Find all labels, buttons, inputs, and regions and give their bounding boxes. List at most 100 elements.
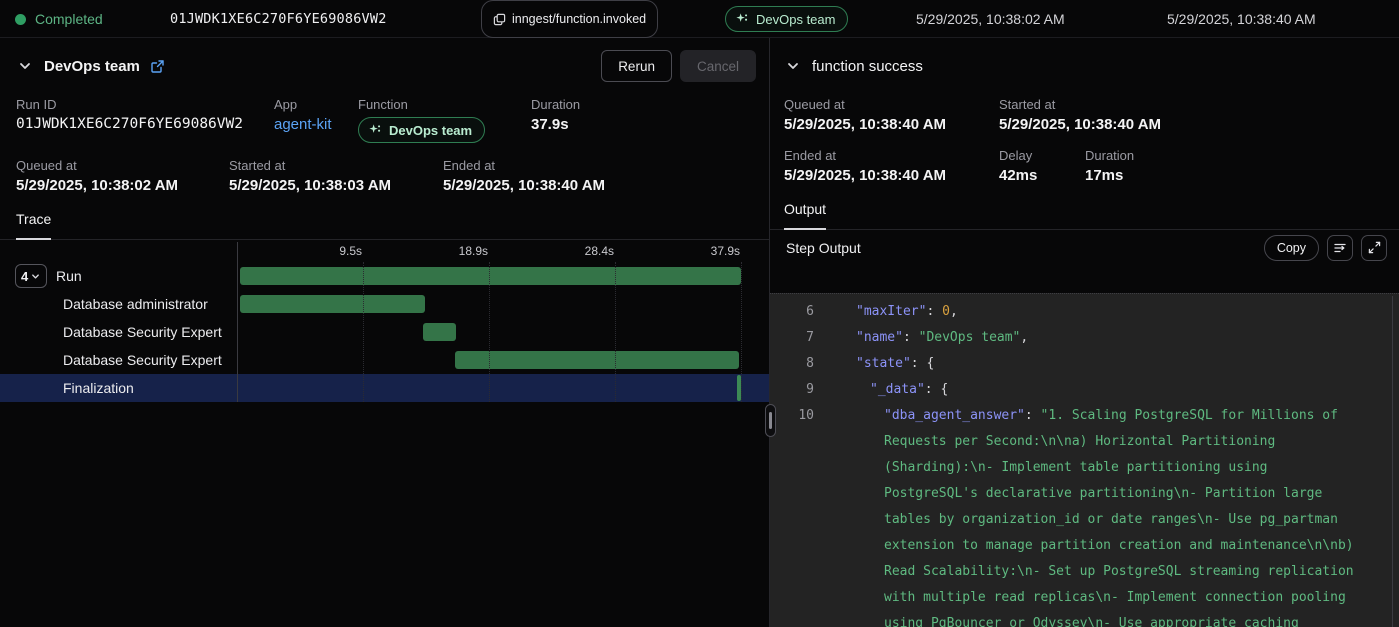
axis-tick: 37.9s [711,244,741,258]
trace-row-name: Database Security Expert [63,352,222,368]
meta-duration: Duration 37.9s [531,97,580,143]
span-bar[interactable] [455,351,739,369]
sparkles-icon [735,12,750,27]
event-icon [493,13,506,26]
copy-button[interactable]: Copy [1264,235,1319,261]
trace-row-track [237,374,741,402]
queued-timestamp-top: 5/29/2025, 10:38:02 AM [916,0,1065,38]
status-label: Completed [35,11,103,27]
axis-tick: 9.5s [339,244,363,258]
code-line: 8 "state": { [770,351,1399,377]
status-dot-icon [15,14,26,25]
tab-trace[interactable]: Trace [16,211,51,239]
trace-row[interactable]: Finalization [0,374,769,402]
span-bar[interactable] [423,323,456,341]
step-meta-queued-at: Queued at 5/29/2025, 10:38:40 AM [784,97,999,133]
trace-row-name: Finalization [63,380,134,396]
code-line-content: "state": { [828,351,1399,377]
ended-timestamp-top: 5/29/2025, 10:38:40 AM [1167,0,1316,38]
meta-ended-at: Ended at 5/29/2025, 10:38:40 AM [443,158,605,194]
trace-row[interactable]: 4 Run [0,262,769,290]
meta-run-id: Run ID 01JWDK1XE6C270F6YE69086VW2 [16,97,274,143]
step-meta-delay: Delay 42ms [999,148,1085,184]
step-meta-ended-at: Ended at 5/29/2025, 10:38:40 AM [784,148,999,184]
rerun-button[interactable]: Rerun [601,50,672,82]
trace-row-track [237,290,741,318]
collapse-run-chevron-icon[interactable] [16,57,34,75]
trace-axis: 9.5s 18.9s 28.4s 37.9s [0,242,769,262]
code-line: 10"dba_agent_answer": "1. Scaling Postgr… [770,403,1399,627]
meta-started-at: Started at 5/29/2025, 10:38:03 AM [229,158,443,194]
trace-row-name: Database Security Expert [63,324,222,340]
function-badge[interactable]: DevOps team [358,117,485,143]
span-bar[interactable] [737,375,741,401]
expand-icon[interactable] [1361,235,1387,261]
run-id-top: 01JWDK1XE6C270F6YE69086VW2 [170,0,387,38]
event-badge-label: inngest/function.invoked [512,12,646,26]
trace-row-label-cell: Database Security Expert [0,318,237,346]
code-line: 7 "name": "DevOps team", [770,325,1399,351]
trace-row-label-cell: Database administrator [0,290,237,318]
wrap-lines-icon[interactable] [1327,235,1353,261]
run-detail-panel: DevOps team Rerun Cancel Run ID 01JWDK1X… [0,38,770,627]
span-bar[interactable] [240,295,425,313]
code-scrollbar[interactable] [1392,296,1393,627]
line-number: 8 [770,351,814,377]
event-badge[interactable]: inngest/function.invoked [481,0,658,38]
run-title: DevOps team [44,58,140,75]
right-tab-bar: Output [770,201,1399,230]
top-status-bar: Completed 01JWDK1XE6C270F6YE69086VW2 inn… [0,0,1399,38]
trace-row-track [237,318,741,346]
external-link-icon[interactable] [150,59,165,74]
step-meta-started-at: Started at 5/29/2025, 10:38:40 AM [999,97,1161,133]
trace-row-label-cell: Finalization [0,374,237,402]
step-meta-duration: Duration 17ms [1085,148,1134,184]
run-status: Completed [15,0,103,38]
cancel-button[interactable]: Cancel [680,50,756,82]
axis-tick: 18.9s [459,244,489,258]
collapse-step-chevron-icon[interactable] [784,57,802,75]
code-line: 6 "maxIter": 0, [770,299,1399,325]
left-tab-bar: Trace [0,211,769,240]
timeline-start-line [237,242,238,402]
trace-row[interactable]: Database Security Expert [0,346,769,374]
step-output-title: Step Output [786,240,861,256]
line-number: 6 [770,299,814,325]
line-number: 7 [770,325,814,351]
trace-timeline: 9.5s 18.9s 28.4s 37.9s 4 Run Database admi… [0,242,769,402]
line-number: 9 [770,377,814,403]
axis-tick: 28.4s [585,244,615,258]
trace-row-track [237,346,741,374]
run-details-page: Completed 01JWDK1XE6C270F6YE69086VW2 inn… [0,0,1399,627]
code-line-content: "_data": { [828,377,1399,403]
collapse-children-button[interactable]: 4 [15,264,47,288]
sparkles-icon [368,123,383,138]
trace-row[interactable]: Database administrator [0,290,769,318]
code-line-content: "maxIter": 0, [828,299,1399,325]
panel-resize-handle[interactable] [765,404,776,437]
function-badge-top[interactable]: DevOps team [725,0,848,38]
app-link[interactable]: agent-kit [274,116,358,133]
trace-row-label-cell: Database Security Expert [0,346,237,374]
step-output-code[interactable]: 6 "maxIter": 0, 7 "name": "DevOps team", 8 "s… [770,293,1399,627]
trace-row-track [237,262,741,290]
trace-row-name: Database administrator [63,296,208,312]
function-badge-top-label: DevOps team [756,12,835,27]
line-number: 10 [770,403,814,627]
trace-row[interactable]: Database Security Expert [0,318,769,346]
meta-app: App agent-kit [274,97,358,143]
meta-queued-at: Queued at 5/29/2025, 10:38:02 AM [16,158,229,194]
step-title: function success [812,58,923,75]
function-badge-label: DevOps team [389,123,472,138]
meta-function: Function DevOps team [358,97,531,143]
trace-row-name: Run [56,268,82,284]
span-bar[interactable] [240,267,741,285]
duration-value: 37.9s [531,116,580,133]
code-line-content: "dba_agent_answer": "1. Scaling PostgreS… [828,403,1399,627]
tab-output[interactable]: Output [784,201,826,229]
trace-row-label-cell: 4 Run [0,262,237,290]
step-detail-panel: function success Queued at 5/29/2025, 10… [770,38,1399,627]
code-line: 9 "_data": { [770,377,1399,403]
run-id-value: 01JWDK1XE6C270F6YE69086VW2 [16,116,274,132]
code-line-content: "name": "DevOps team", [828,325,1399,351]
